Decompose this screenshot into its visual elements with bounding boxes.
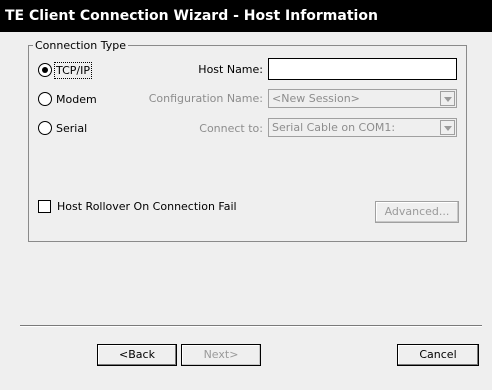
radio-serial-indicator[interactable] xyxy=(38,121,52,135)
configuration-name-select[interactable]: <New Session> xyxy=(268,89,457,108)
configuration-name-value: <New Session> xyxy=(272,92,360,105)
radio-modem-indicator[interactable] xyxy=(38,92,52,106)
connect-to-label: Connect to: xyxy=(199,122,263,135)
radio-serial[interactable]: Serial xyxy=(38,120,87,136)
host-rollover-checkbox-row[interactable]: Host Rollover On Connection Fail xyxy=(38,200,237,213)
host-name-input[interactable] xyxy=(268,58,457,80)
radio-serial-label: Serial xyxy=(56,121,88,135)
window-title: TE Client Connection Wizard - Host Infor… xyxy=(0,0,492,32)
configuration-name-dropdown-icon[interactable] xyxy=(440,91,455,106)
connect-to-select[interactable]: Serial Cable on COM1: xyxy=(268,118,457,137)
footer-separator xyxy=(20,325,482,327)
radio-modem-label: Modem xyxy=(56,92,97,106)
cancel-button[interactable]: Cancel xyxy=(397,344,479,366)
advanced-button[interactable]: Advanced... xyxy=(375,201,459,223)
connection-type-legend: Connection Type xyxy=(33,39,129,52)
host-name-label: Host Name: xyxy=(198,63,263,76)
radio-tcpip-label: TCP/IP xyxy=(54,61,92,79)
radio-tcpip-indicator[interactable] xyxy=(38,63,52,77)
radio-tcpip[interactable]: TCP/IP xyxy=(38,61,92,79)
host-rollover-label: Host Rollover On Connection Fail xyxy=(57,200,237,213)
connect-to-dropdown-icon[interactable] xyxy=(440,120,455,135)
radio-modem[interactable]: Modem xyxy=(38,91,97,107)
host-rollover-checkbox[interactable] xyxy=(38,200,51,213)
configuration-name-label: Configuration Name: xyxy=(148,92,263,105)
next-button[interactable]: Next> xyxy=(181,344,261,366)
back-button[interactable]: <Back xyxy=(97,344,177,366)
connect-to-value: Serial Cable on COM1: xyxy=(272,121,396,134)
